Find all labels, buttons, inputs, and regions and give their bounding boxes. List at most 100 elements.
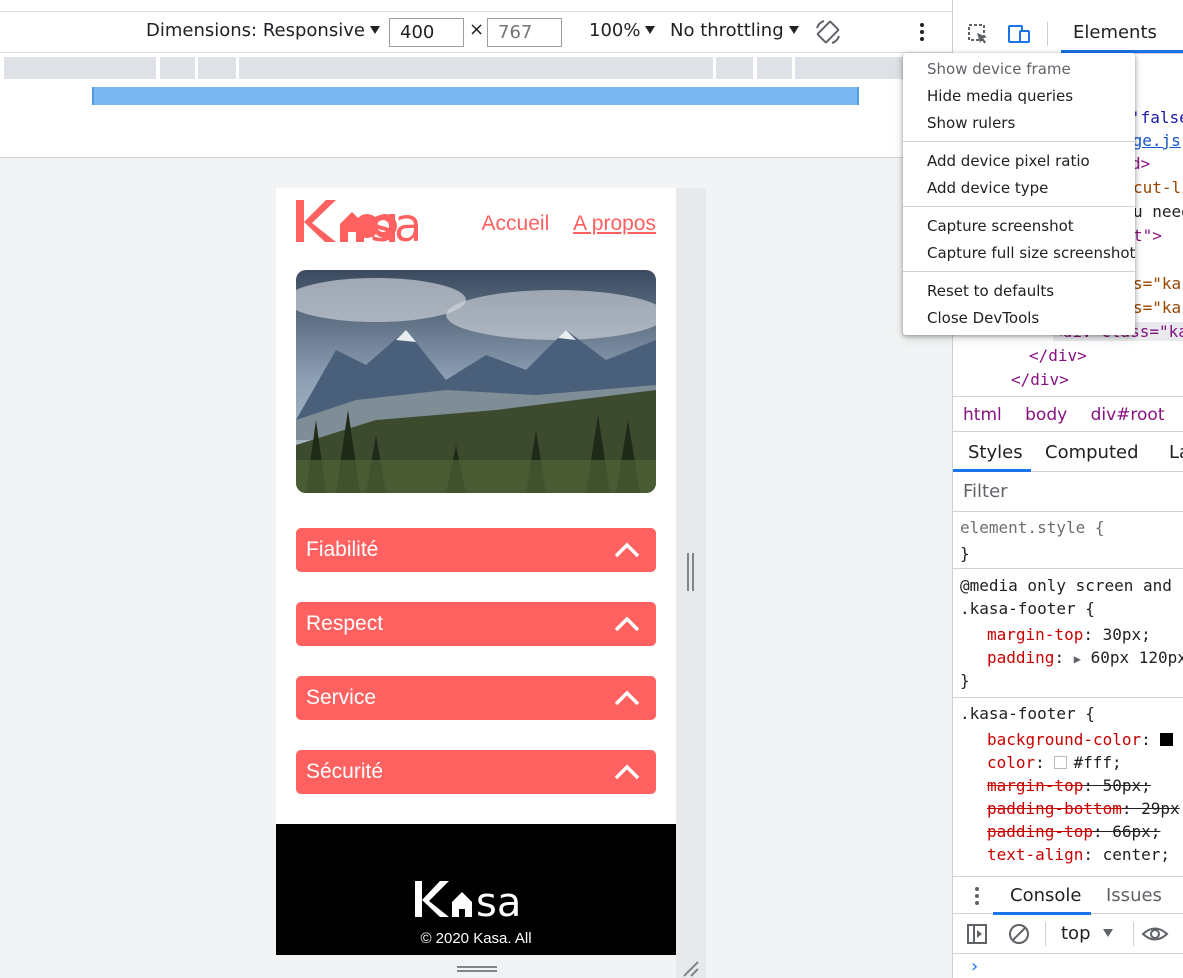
context-label: top (1061, 923, 1091, 944)
zoom-dropdown[interactable]: 100% (589, 20, 656, 41)
eye-icon[interactable] (1141, 923, 1169, 945)
height-input[interactable] (487, 18, 562, 47)
rule-close: } (960, 544, 970, 563)
times-symbol: × (469, 19, 485, 40)
rule-selector[interactable]: .kasa-footer { (960, 599, 1095, 618)
divider (1133, 922, 1134, 946)
copyright-text: © 2020 Kasa. All (420, 930, 532, 947)
style-declaration[interactable]: padding: ▶ 60px 120px (987, 648, 1183, 667)
style-declaration-overridden[interactable]: padding-bottom: 29px (987, 799, 1180, 818)
media-query-segment[interactable] (4, 57, 156, 79)
throttling-label: No throttling (670, 20, 784, 41)
element-style-selector[interactable]: element.style { (960, 518, 1105, 537)
style-declaration-overridden[interactable]: margin-top: 50px; (987, 776, 1151, 795)
more-options-icon[interactable] (920, 23, 926, 43)
menu-add-device-pixel-ratio[interactable]: Add device pixel ratio (927, 152, 1090, 170)
media-query-segment[interactable] (757, 57, 792, 79)
rule-divider (953, 697, 1183, 698)
expand-triangle-icon[interactable]: ▶ (1074, 652, 1081, 666)
menu-separator (903, 206, 1135, 207)
media-query-segment[interactable] (239, 57, 713, 79)
dom-line[interactable]: u need (1133, 202, 1183, 221)
menu-capture-screenshot[interactable]: Capture screenshot (927, 217, 1074, 235)
breadcrumb-body[interactable]: body (1025, 405, 1067, 425)
chevron-up-icon (614, 764, 640, 780)
throttling-dropdown[interactable]: No throttling (670, 20, 799, 41)
devtools-main-tabs: Elements (953, 12, 1183, 54)
collapse-securite[interactable]: Sécurité (296, 750, 656, 794)
rotate-icon[interactable] (814, 18, 842, 46)
breadcrumb-root[interactable]: div#root (1091, 405, 1165, 425)
context-selector[interactable]: top (1061, 923, 1113, 944)
tab-styles[interactable]: Styles (968, 442, 1023, 463)
collapse-respect[interactable]: Respect (296, 602, 656, 646)
breadcrumb: html body div#root div (953, 396, 1183, 432)
menu-reset-to-defaults[interactable]: Reset to defaults (927, 282, 1054, 300)
menu-hide-media-queries[interactable]: Hide media queries (927, 87, 1073, 105)
collapse-title: Service (306, 686, 377, 709)
clear-console-icon[interactable] (1008, 923, 1030, 945)
dom-line[interactable]: s="ka (1133, 274, 1181, 293)
media-query-bar (0, 53, 952, 158)
tab-console[interactable]: Console (1010, 885, 1081, 906)
menu-show-rulers[interactable]: Show rulers (927, 114, 1015, 132)
tab-issues[interactable]: Issues (1106, 885, 1162, 906)
styles-filter-input[interactable]: Filter (953, 472, 1183, 512)
chevron-up-icon (614, 616, 640, 632)
color-swatch[interactable] (1160, 733, 1174, 746)
chevron-up-icon (614, 542, 640, 558)
collapse-service[interactable]: Service (296, 676, 656, 720)
width-input[interactable] (389, 18, 464, 47)
console-toolbar: top (953, 914, 1183, 954)
media-query-segment[interactable] (198, 57, 236, 79)
tab-computed[interactable]: Computed (1045, 442, 1139, 463)
style-declaration[interactable]: margin-top: 30px; (987, 625, 1151, 644)
sidebar-toggle-icon[interactable] (966, 923, 988, 945)
nav-about-link[interactable]: A propos (573, 212, 656, 235)
style-declaration[interactable]: text-align: center; (987, 845, 1170, 864)
styles-pane: element.style { } @media only screen and… (953, 512, 1183, 876)
dom-line[interactable]: 'false (1131, 108, 1183, 127)
dom-line[interactable]: s="ka (1133, 298, 1181, 317)
drawer-menu-icon[interactable] (975, 887, 979, 905)
kasa-logo-icon: sa (296, 198, 422, 252)
inspect-element-icon[interactable] (966, 22, 990, 46)
menu-add-device-type[interactable]: Add device type (927, 179, 1048, 197)
color-swatch[interactable] (1054, 756, 1068, 769)
media-query-segment[interactable] (716, 57, 753, 79)
device-options-menu: Show device frame Hide media queries Sho… (903, 53, 1135, 335)
style-declaration[interactable]: color: #fff; (987, 753, 1122, 772)
nav-home-link[interactable]: Accueil (482, 212, 550, 235)
device-toolbar-icon[interactable] (1007, 22, 1031, 46)
dimensions-label: Dimensions: Responsive (146, 20, 365, 41)
console-prompt[interactable]: › (971, 956, 978, 977)
dom-line[interactable]: </div> (1029, 346, 1087, 365)
dom-line[interactable]: </div> (1011, 370, 1069, 389)
resize-handle-right[interactable] (687, 553, 694, 591)
breadcrumb-html[interactable]: html (963, 405, 1002, 425)
collapse-fiabilite[interactable]: Fiabilité (296, 528, 656, 572)
divider (1045, 922, 1046, 946)
collapse-title: Respect (306, 612, 384, 635)
menu-capture-full-size-screenshot[interactable]: Capture full size screenshot (927, 244, 1135, 262)
dom-line[interactable]: t"> (1133, 226, 1162, 245)
resize-handle-bottom[interactable] (457, 966, 497, 972)
rule-selector[interactable]: .kasa-footer { (960, 704, 1095, 723)
collapse-title: Fiabilité (306, 538, 379, 561)
tab-layout[interactable]: Lay (1169, 442, 1183, 463)
dropdown-arrow-icon (369, 26, 380, 34)
resize-corner-icon[interactable] (682, 960, 700, 978)
media-query-segment[interactable] (160, 57, 195, 79)
style-declaration-overridden[interactable]: padding-top: 66px; (987, 822, 1160, 841)
kasa-logo[interactable]: sa (296, 196, 442, 252)
tab-elements[interactable]: Elements (1073, 22, 1157, 43)
dom-line[interactable]: cut-li (1133, 178, 1183, 197)
style-declaration[interactable]: background-color: (987, 730, 1179, 749)
media-query-segment[interactable] (795, 57, 905, 79)
media-query-max-width-bar[interactable] (92, 87, 859, 105)
svg-text:sa: sa (370, 198, 422, 246)
dimensions-dropdown[interactable]: Dimensions: Responsive (146, 20, 380, 41)
device-toolbar: Dimensions: Responsive × 100% No throttl… (0, 12, 952, 53)
dropdown-arrow-icon (645, 26, 656, 34)
menu-close-devtools[interactable]: Close DevTools (927, 309, 1039, 327)
